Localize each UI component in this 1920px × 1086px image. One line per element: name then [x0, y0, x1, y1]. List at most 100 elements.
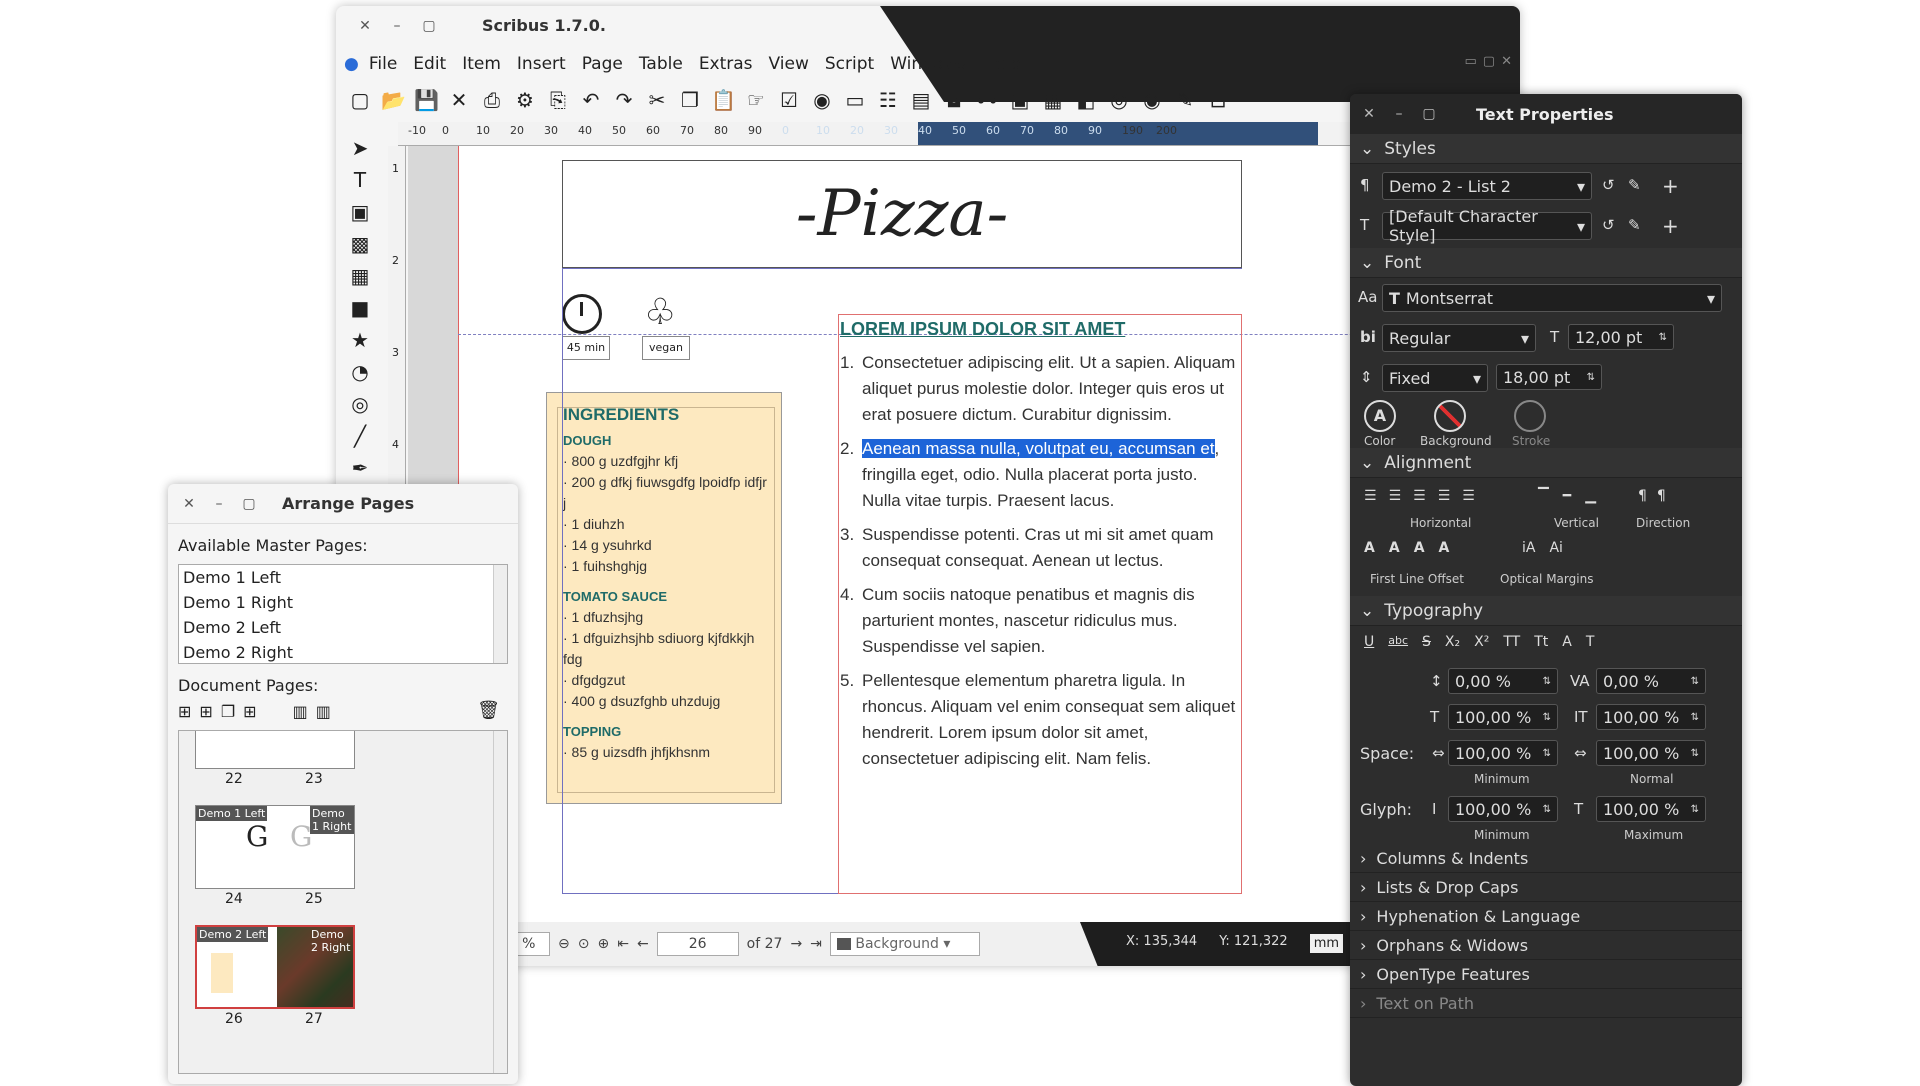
ltr-direction-icon[interactable]: ¶ [1638, 488, 1647, 504]
bezier-tool-icon[interactable]: ✒ [352, 456, 369, 480]
minimize-window-button[interactable]: – [386, 15, 408, 37]
text-color-icon[interactable]: A [1364, 400, 1396, 432]
spiral-tool-icon[interactable]: ◎ [351, 392, 368, 416]
optical-right-icon[interactable]: Ai [1549, 540, 1562, 556]
font-size-field[interactable]: 12,00 pt ⇅ [1568, 324, 1674, 350]
pages-scrollbar[interactable] [493, 731, 507, 1073]
zoom-out-icon[interactable]: ⊖ [558, 936, 570, 952]
redo-icon[interactable]: ↷ [612, 88, 636, 112]
edit-icon[interactable]: ✎ [1173, 88, 1197, 112]
shape-tool-icon[interactable]: ■ [351, 296, 370, 320]
close-window-button[interactable]: ✕ [354, 15, 376, 37]
eye-icon[interactable]: ◉ [1140, 88, 1164, 112]
zoom-in-icon[interactable]: ⊕ [597, 936, 609, 952]
render-frame-icon[interactable]: ▩ [351, 232, 370, 256]
heading-frame[interactable]: -Pizza- [562, 160, 1242, 268]
line-spacing-field[interactable]: 18,00 pt ⇅ [1496, 364, 1602, 390]
prev-page-icon[interactable]: ← [637, 936, 649, 952]
menu-view[interactable]: View [761, 54, 817, 74]
word-underline-icon[interactable]: abc [1388, 634, 1408, 650]
menu-windows[interactable]: Windows [882, 54, 974, 74]
stroke-color-icon[interactable] [1514, 400, 1546, 432]
styles-section-header[interactable]: ⌄ Styles [1350, 134, 1742, 164]
preview-icon[interactable]: ◎ [1107, 88, 1131, 112]
image-frame-icon[interactable]: ▣ [351, 200, 370, 224]
align-center-icon[interactable]: ☰ [1389, 488, 1402, 504]
menu-edit[interactable]: Edit [405, 54, 454, 74]
arc-tool-icon[interactable]: ◔ [351, 360, 368, 384]
undo-icon[interactable]: ↶ [579, 88, 603, 112]
section-header-lists-drop-caps[interactable]: › Lists & Drop Caps [1350, 873, 1742, 902]
master-page-item[interactable]: Demo 1 Right [179, 590, 507, 615]
glyph-minimum-field[interactable]: 100,00 % ⇅ [1448, 796, 1558, 822]
first-page-icon[interactable]: ⇤ [617, 936, 629, 952]
maximize-window-button[interactable]: ▢ [418, 15, 440, 37]
tp-close-button[interactable]: ✕ [1358, 103, 1380, 125]
page-thumb-24-25[interactable]: Demo 1 Left Demo 1 Right G G [195, 805, 355, 889]
mdi-close-icon[interactable]: ✕ [1501, 54, 1512, 69]
insert-page-icon[interactable]: ⊞ [199, 702, 212, 721]
valign-middle-icon[interactable]: ━ [1563, 488, 1571, 504]
offset-baseline-icon[interactable]: A [1439, 540, 1450, 556]
tp-minimize-button[interactable]: – [1388, 103, 1410, 125]
new-document-icon[interactable]: ▢ [348, 88, 372, 112]
tracking-field[interactable]: 0,00 % ⇅ [1596, 668, 1706, 694]
master-page-item[interactable]: Demo 2 Left [179, 615, 507, 640]
polygon-tool-icon[interactable]: ★ [351, 328, 369, 352]
align-justify-icon[interactable]: ☰ [1438, 488, 1451, 504]
master-list-scrollbar[interactable] [493, 565, 507, 663]
print-icon[interactable]: ⎙ [480, 88, 504, 112]
select-icon[interactable]: ☞ [744, 88, 768, 112]
selected-text[interactable]: Aenean massa nulla, volutpat eu, accumsa… [862, 439, 1215, 458]
master-page-item[interactable]: Demo 2 Right [179, 640, 507, 663]
mdi-restore-icon[interactable]: ▢ [1483, 54, 1495, 69]
offset-max-ascent-icon[interactable]: A [1364, 540, 1375, 556]
layer-select[interactable]: Background ▾ [829, 932, 980, 956]
menu-page[interactable]: Page [574, 54, 631, 74]
textfield-icon[interactable]: ▭ [843, 88, 867, 112]
unit-select[interactable]: mm [1309, 934, 1344, 953]
canvas-area[interactable]: -Pizza- 45 min ♧ vegan INGREDIENTS DOUGH ·… [408, 146, 1458, 926]
underline-icon[interactable]: U [1364, 634, 1374, 650]
mdi-minimize-icon[interactable]: ▭ [1465, 54, 1477, 69]
menu-item[interactable]: Item [454, 54, 509, 74]
arrange-minimize-button[interactable]: – [208, 493, 230, 515]
menu-table[interactable]: Table [631, 54, 691, 74]
menu-help[interactable]: Help [974, 54, 1029, 74]
strikethrough-icon[interactable]: S [1422, 634, 1431, 650]
master-page-item[interactable]: Demo 1 Left [179, 565, 507, 590]
new-page-icon[interactable]: ⊞ [178, 702, 191, 721]
valign-bottom-icon[interactable]: ▁ [1585, 488, 1596, 504]
text-frame-icon[interactable]: T [354, 168, 366, 192]
link-icon[interactable]: ⊶ [975, 88, 999, 112]
all-caps-icon[interactable]: TT [1503, 634, 1520, 650]
combo-icon[interactable]: ▤ [909, 88, 933, 112]
reset-char-style-icon[interactable]: ↺ [1602, 216, 1615, 234]
offset-font-ascent-icon[interactable]: A [1389, 540, 1400, 556]
offset-line-spacing-icon[interactable]: A [1414, 540, 1425, 556]
duplicate-page-icon[interactable]: ❐ [221, 702, 235, 721]
button-icon[interactable]: ◘ [942, 88, 966, 112]
last-page-icon[interactable]: ⇥ [810, 936, 822, 952]
small-caps-icon[interactable]: Tt [1534, 634, 1548, 650]
align-right-icon[interactable]: ☰ [1413, 488, 1426, 504]
table-icon[interactable]: ▦ [1041, 88, 1065, 112]
double-page-view-icon[interactable]: ▥ [316, 702, 331, 721]
menu-insert[interactable]: Insert [509, 54, 574, 74]
page-thumb-26-27[interactable]: Demo 2 Left Demo 2 Right [195, 925, 355, 1009]
subscript-icon[interactable]: X₂ [1445, 634, 1460, 650]
background-color-icon[interactable] [1434, 400, 1466, 432]
select-tool-icon[interactable]: ➤ [352, 136, 369, 160]
edit-style-icon[interactable]: ✎ [1628, 176, 1641, 194]
checkbox-icon[interactable]: ☑ [777, 88, 801, 112]
valign-top-icon[interactable]: ▔ [1538, 488, 1549, 504]
save-icon[interactable]: 💾 [414, 88, 439, 112]
color-icon[interactable]: ◧ [1074, 88, 1098, 112]
open-icon[interactable]: 📂 [381, 88, 406, 112]
align-forced-icon[interactable]: ☰ [1462, 488, 1475, 504]
outline-icon[interactable]: A [1562, 634, 1572, 650]
arrange-maximize-button[interactable]: ▢ [238, 493, 260, 515]
document-pages-area[interactable]: 22 23 Demo 1 Left Demo 1 Right G G 24 25… [178, 730, 508, 1074]
superscript-icon[interactable]: X² [1474, 634, 1489, 650]
char-style-select[interactable]: [Default Character Style] ▾ [1382, 207, 1592, 245]
